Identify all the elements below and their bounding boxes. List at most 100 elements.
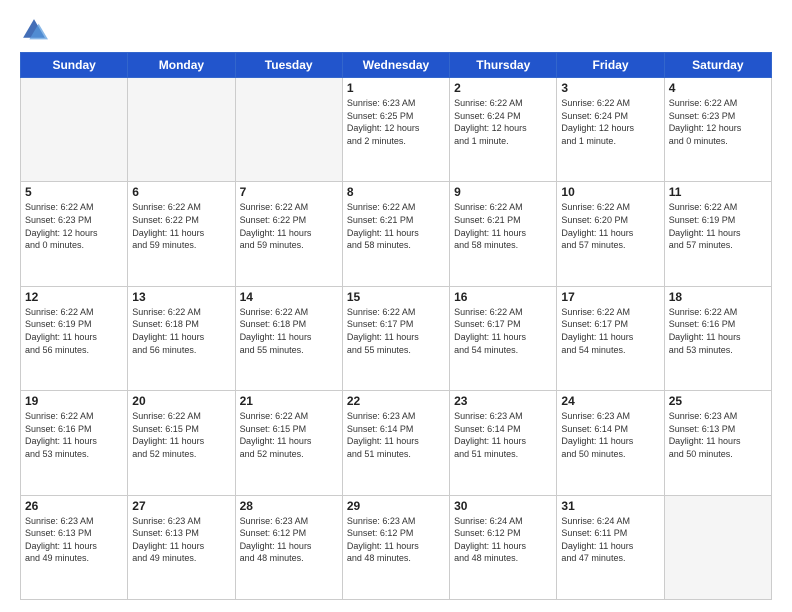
day-info: Sunrise: 6:22 AM Sunset: 6:15 PM Dayligh…: [132, 410, 230, 460]
calendar-cell: 21 Sunrise: 6:22 AM Sunset: 6:15 PM Dayli…: [235, 391, 342, 495]
day-number: 29: [347, 499, 445, 513]
calendar-cell: 23 Sunrise: 6:23 AM Sunset: 6:14 PM Dayli…: [450, 391, 557, 495]
calendar-cell: 11 Sunrise: 6:22 AM Sunset: 6:19 PM Dayli…: [664, 182, 771, 286]
day-number: 14: [240, 290, 338, 304]
day-number: 6: [132, 185, 230, 199]
day-number: 8: [347, 185, 445, 199]
calendar-cell: 19 Sunrise: 6:22 AM Sunset: 6:16 PM Dayli…: [21, 391, 128, 495]
calendar-cell: 26 Sunrise: 6:23 AM Sunset: 6:13 PM Dayli…: [21, 495, 128, 599]
day-info: Sunrise: 6:22 AM Sunset: 6:19 PM Dayligh…: [25, 306, 123, 356]
day-info: Sunrise: 6:22 AM Sunset: 6:21 PM Dayligh…: [347, 201, 445, 251]
day-number: 24: [561, 394, 659, 408]
weekday-header-tuesday: Tuesday: [235, 53, 342, 78]
calendar-cell: 1 Sunrise: 6:23 AM Sunset: 6:25 PM Daylig…: [342, 78, 449, 182]
day-number: 10: [561, 185, 659, 199]
day-info: Sunrise: 6:22 AM Sunset: 6:24 PM Dayligh…: [561, 97, 659, 147]
calendar-week-row: 19 Sunrise: 6:22 AM Sunset: 6:16 PM Dayli…: [21, 391, 772, 495]
day-number: 26: [25, 499, 123, 513]
day-info: Sunrise: 6:22 AM Sunset: 6:24 PM Dayligh…: [454, 97, 552, 147]
day-info: Sunrise: 6:24 AM Sunset: 6:12 PM Dayligh…: [454, 515, 552, 565]
day-info: Sunrise: 6:22 AM Sunset: 6:20 PM Dayligh…: [561, 201, 659, 251]
day-number: 4: [669, 81, 767, 95]
day-number: 25: [669, 394, 767, 408]
day-info: Sunrise: 6:22 AM Sunset: 6:18 PM Dayligh…: [240, 306, 338, 356]
calendar-cell: 22 Sunrise: 6:23 AM Sunset: 6:14 PM Dayli…: [342, 391, 449, 495]
day-number: 21: [240, 394, 338, 408]
day-number: 27: [132, 499, 230, 513]
weekday-header-friday: Friday: [557, 53, 664, 78]
page: SundayMondayTuesdayWednesdayThursdayFrid…: [0, 0, 792, 612]
calendar-table: SundayMondayTuesdayWednesdayThursdayFrid…: [20, 52, 772, 600]
day-number: 13: [132, 290, 230, 304]
day-info: Sunrise: 6:23 AM Sunset: 6:12 PM Dayligh…: [347, 515, 445, 565]
day-info: Sunrise: 6:22 AM Sunset: 6:16 PM Dayligh…: [25, 410, 123, 460]
calendar-cell: [664, 495, 771, 599]
day-number: 20: [132, 394, 230, 408]
calendar-cell: [235, 78, 342, 182]
calendar-cell: 14 Sunrise: 6:22 AM Sunset: 6:18 PM Dayli…: [235, 286, 342, 390]
day-number: 9: [454, 185, 552, 199]
day-number: 12: [25, 290, 123, 304]
day-number: 1: [347, 81, 445, 95]
day-info: Sunrise: 6:22 AM Sunset: 6:18 PM Dayligh…: [132, 306, 230, 356]
day-number: 31: [561, 499, 659, 513]
calendar-cell: 29 Sunrise: 6:23 AM Sunset: 6:12 PM Dayli…: [342, 495, 449, 599]
weekday-header-monday: Monday: [128, 53, 235, 78]
day-number: 19: [25, 394, 123, 408]
weekday-header-row: SundayMondayTuesdayWednesdayThursdayFrid…: [21, 53, 772, 78]
calendar-cell: 15Sunrise: 6:22 AM Sunset: 6:17 PM Dayli…: [342, 286, 449, 390]
day-info: Sunrise: 6:22 AM Sunset: 6:22 PM Dayligh…: [132, 201, 230, 251]
weekday-header-wednesday: Wednesday: [342, 53, 449, 78]
day-number: 17: [561, 290, 659, 304]
calendar-cell: 31 Sunrise: 6:24 AM Sunset: 6:11 PM Dayli…: [557, 495, 664, 599]
day-info: Sunrise: 6:24 AM Sunset: 6:11 PM Dayligh…: [561, 515, 659, 565]
calendar-cell: 8 Sunrise: 6:22 AM Sunset: 6:21 PM Daylig…: [342, 182, 449, 286]
calendar-cell: 18Sunrise: 6:22 AM Sunset: 6:16 PM Dayli…: [664, 286, 771, 390]
day-info: Sunrise: 6:23 AM Sunset: 6:13 PM Dayligh…: [132, 515, 230, 565]
calendar-cell: 6 Sunrise: 6:22 AM Sunset: 6:22 PM Daylig…: [128, 182, 235, 286]
day-info: Sunrise: 6:23 AM Sunset: 6:12 PM Dayligh…: [240, 515, 338, 565]
calendar-week-row: 5 Sunrise: 6:22 AM Sunset: 6:23 PM Daylig…: [21, 182, 772, 286]
day-info: Sunrise: 6:23 AM Sunset: 6:25 PM Dayligh…: [347, 97, 445, 147]
day-info: Sunrise: 6:22 AM Sunset: 6:19 PM Dayligh…: [669, 201, 767, 251]
calendar-cell: [21, 78, 128, 182]
day-info: Sunrise: 6:22 AM Sunset: 6:22 PM Dayligh…: [240, 201, 338, 251]
day-info: Sunrise: 6:23 AM Sunset: 6:14 PM Dayligh…: [561, 410, 659, 460]
calendar-week-row: 26 Sunrise: 6:23 AM Sunset: 6:13 PM Dayli…: [21, 495, 772, 599]
calendar-cell: 9Sunrise: 6:22 AM Sunset: 6:21 PM Daylig…: [450, 182, 557, 286]
day-info: Sunrise: 6:23 AM Sunset: 6:14 PM Dayligh…: [454, 410, 552, 460]
calendar-cell: 10 Sunrise: 6:22 AM Sunset: 6:20 PM Dayli…: [557, 182, 664, 286]
header: [20, 16, 772, 44]
calendar-cell: 30Sunrise: 6:24 AM Sunset: 6:12 PM Dayli…: [450, 495, 557, 599]
calendar-cell: 4 Sunrise: 6:22 AM Sunset: 6:23 PM Daylig…: [664, 78, 771, 182]
day-number: 2: [454, 81, 552, 95]
logo: [20, 16, 52, 44]
calendar-cell: 28 Sunrise: 6:23 AM Sunset: 6:12 PM Dayli…: [235, 495, 342, 599]
day-number: 3: [561, 81, 659, 95]
calendar-cell: 24 Sunrise: 6:23 AM Sunset: 6:14 PM Dayli…: [557, 391, 664, 495]
day-number: 23: [454, 394, 552, 408]
weekday-header-thursday: Thursday: [450, 53, 557, 78]
day-info: Sunrise: 6:22 AM Sunset: 6:23 PM Dayligh…: [669, 97, 767, 147]
calendar-cell: [128, 78, 235, 182]
calendar-cell: 2 Sunrise: 6:22 AM Sunset: 6:24 PM Daylig…: [450, 78, 557, 182]
day-info: Sunrise: 6:22 AM Sunset: 6:17 PM Dayligh…: [561, 306, 659, 356]
day-info: Sunrise: 6:22 AM Sunset: 6:15 PM Dayligh…: [240, 410, 338, 460]
logo-icon: [20, 16, 48, 44]
day-number: 28: [240, 499, 338, 513]
day-number: 16: [454, 290, 552, 304]
day-number: 5: [25, 185, 123, 199]
day-info: Sunrise: 6:23 AM Sunset: 6:13 PM Dayligh…: [25, 515, 123, 565]
day-info: Sunrise: 6:23 AM Sunset: 6:14 PM Dayligh…: [347, 410, 445, 460]
calendar-cell: 3 Sunrise: 6:22 AM Sunset: 6:24 PM Daylig…: [557, 78, 664, 182]
day-number: 22: [347, 394, 445, 408]
day-number: 11: [669, 185, 767, 199]
calendar-week-row: 1 Sunrise: 6:23 AM Sunset: 6:25 PM Daylig…: [21, 78, 772, 182]
day-info: Sunrise: 6:23 AM Sunset: 6:13 PM Dayligh…: [669, 410, 767, 460]
day-info: Sunrise: 6:22 AM Sunset: 6:17 PM Dayligh…: [454, 306, 552, 356]
day-info: Sunrise: 6:22 AM Sunset: 6:16 PM Dayligh…: [669, 306, 767, 356]
calendar-cell: 25 Sunrise: 6:23 AM Sunset: 6:13 PM Dayli…: [664, 391, 771, 495]
calendar-week-row: 12 Sunrise: 6:22 AM Sunset: 6:19 PM Dayli…: [21, 286, 772, 390]
day-info: Sunrise: 6:22 AM Sunset: 6:23 PM Dayligh…: [25, 201, 123, 251]
day-number: 15: [347, 290, 445, 304]
